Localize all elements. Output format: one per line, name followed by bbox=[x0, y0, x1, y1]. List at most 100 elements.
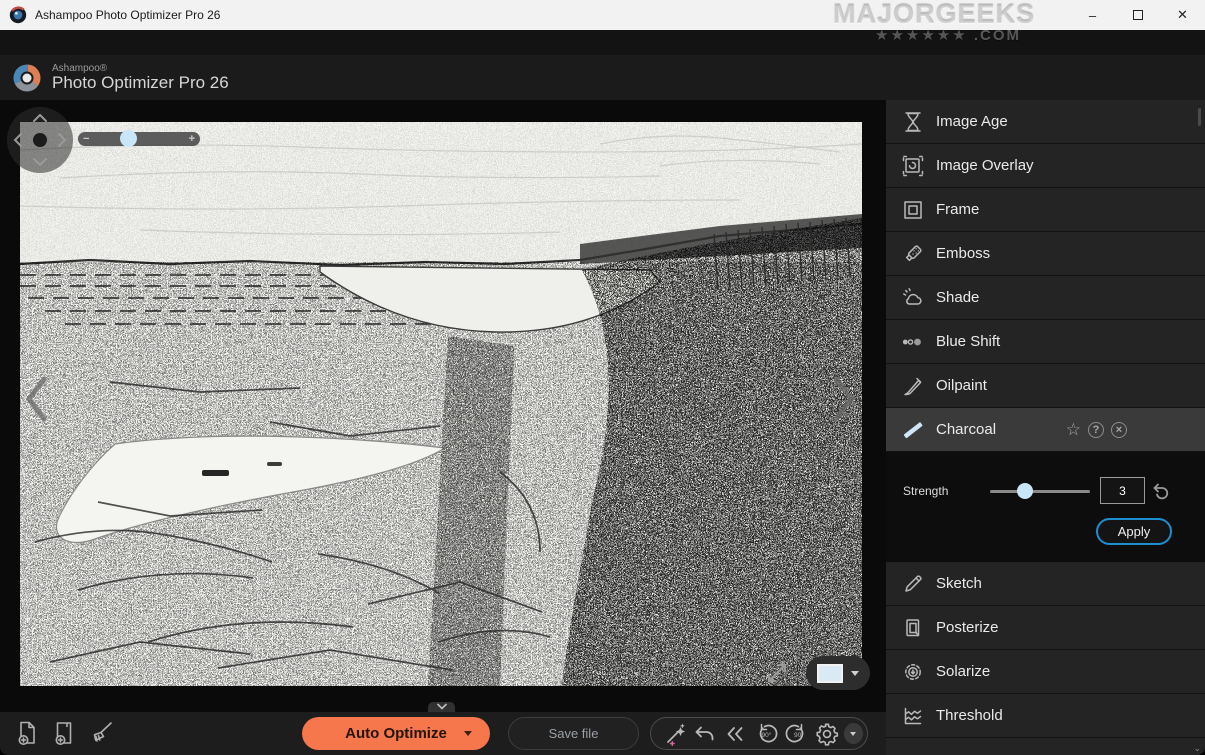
strength-value-input[interactable] bbox=[1100, 477, 1145, 504]
save-file-button[interactable]: Save file bbox=[508, 717, 639, 750]
more-actions-dropdown[interactable] bbox=[844, 723, 863, 744]
effect-label: Solarize bbox=[936, 663, 990, 680]
auto-optimize-label: Auto Optimize bbox=[345, 725, 447, 742]
photo-preview[interactable] bbox=[20, 122, 862, 686]
strength-label: Strength bbox=[903, 484, 948, 498]
effect-label: Charcoal bbox=[936, 421, 996, 438]
effect-label: Image Age bbox=[936, 113, 1008, 130]
effect-row[interactable]: Shade ☆ ? × bbox=[886, 276, 1205, 320]
magic-wand-button[interactable] bbox=[661, 720, 688, 748]
zoom-slider[interactable]: − + bbox=[78, 132, 200, 146]
effect-label: Posterize bbox=[936, 619, 999, 636]
view-mode-button[interactable] bbox=[806, 656, 870, 690]
canvas-area: − + bbox=[0, 100, 886, 755]
brand: Ashampoo® Photo Optimizer Pro 26 bbox=[52, 63, 229, 92]
pan-control[interactable] bbox=[7, 107, 73, 173]
bottom-toolbar: Auto Optimize Save file 90° 90° bbox=[0, 712, 886, 755]
frame-icon bbox=[900, 197, 926, 223]
svg-text:90°: 90° bbox=[761, 731, 771, 739]
effect-row[interactable]: Solarize bbox=[886, 650, 1205, 694]
close-button[interactable]: ✕ bbox=[1160, 0, 1205, 30]
chevron-down-icon[interactable] bbox=[464, 731, 472, 736]
toolbar-collapse-handle[interactable] bbox=[428, 702, 455, 712]
effect-row[interactable]: Frame ☆ ? × bbox=[886, 188, 1205, 232]
clipped-effect-icon bbox=[900, 747, 926, 755]
effect-row[interactable]: Threshold bbox=[886, 694, 1205, 738]
maximize-icon bbox=[1133, 10, 1143, 20]
settings-button[interactable] bbox=[814, 720, 841, 748]
emboss-icon bbox=[900, 241, 926, 267]
image-overlay-icon bbox=[900, 153, 926, 179]
effect-label: Threshold bbox=[936, 707, 1003, 724]
minimize-button[interactable]: – bbox=[1070, 0, 1115, 30]
apply-label: Apply bbox=[1118, 524, 1151, 539]
app-icon bbox=[9, 6, 27, 24]
chevron-down-icon bbox=[850, 732, 856, 736]
brand-main: Photo Optimizer Pro 26 bbox=[52, 74, 229, 92]
view-mode-icon bbox=[817, 664, 843, 683]
effect-row[interactable]: Emboss ☆ ? × bbox=[886, 232, 1205, 276]
effect-row[interactable]: Posterize bbox=[886, 606, 1205, 650]
oilpaint-brush-icon bbox=[900, 373, 926, 399]
close-effect-icon[interactable]: × bbox=[1111, 422, 1127, 438]
undo-button[interactable] bbox=[691, 720, 718, 748]
effect-label: Blue Shift bbox=[936, 333, 1000, 350]
paste-image-button[interactable] bbox=[49, 718, 79, 748]
rotate-left-button[interactable]: 90° bbox=[752, 720, 780, 748]
next-image-button[interactable] bbox=[832, 376, 856, 422]
zoom-slider-thumb[interactable] bbox=[120, 130, 137, 147]
zoom-in-icon[interactable]: + bbox=[189, 134, 195, 144]
posterize-icon bbox=[900, 615, 926, 641]
chevron-down-icon[interactable] bbox=[851, 671, 859, 676]
sidebar-scrollbar[interactable] bbox=[1198, 108, 1201, 126]
header: Ashampoo® Photo Optimizer Pro 26 bbox=[0, 55, 1205, 100]
ashampoo-logo-icon bbox=[10, 61, 44, 95]
effect-row[interactable]: Charcoal ☆ ? × bbox=[886, 408, 1205, 452]
pan-arrows-icon bbox=[7, 107, 73, 173]
edit-actions-group: 90° 90° bbox=[650, 717, 868, 750]
shade-icon bbox=[900, 285, 926, 311]
reset-icon[interactable] bbox=[1150, 481, 1170, 501]
pencil-icon bbox=[900, 571, 926, 597]
effect-label: Sketch bbox=[936, 575, 982, 592]
effect-row[interactable]: Image Age ☆ ? × bbox=[886, 100, 1205, 144]
titlebar: Ashampoo Photo Optimizer Pro 26 – ✕ bbox=[0, 0, 1205, 30]
effect-actions: ☆ ? × bbox=[1066, 421, 1127, 438]
strength-slider-thumb[interactable] bbox=[1017, 483, 1033, 499]
effect-settings-panel: Strength Apply bbox=[886, 452, 1205, 562]
effects-list-top: Image Age ☆ ? × Image Overlay ☆ ? × bbox=[886, 100, 1205, 452]
hourglass-icon bbox=[900, 109, 926, 135]
add-image-button[interactable] bbox=[12, 718, 42, 748]
solarize-icon bbox=[900, 659, 926, 685]
help-icon[interactable]: ? bbox=[1088, 422, 1104, 438]
zoom-out-icon[interactable]: − bbox=[83, 134, 89, 144]
menubar bbox=[0, 30, 1205, 55]
chevron-down-icon bbox=[436, 703, 448, 710]
previous-image-button[interactable] bbox=[24, 376, 48, 422]
maximize-button[interactable] bbox=[1115, 0, 1160, 30]
clean-button[interactable] bbox=[86, 718, 116, 748]
undo-all-button[interactable] bbox=[721, 720, 748, 748]
window-title: Ashampoo Photo Optimizer Pro 26 bbox=[35, 8, 220, 22]
effect-row[interactable] bbox=[886, 738, 1205, 755]
save-file-label: Save file bbox=[549, 726, 599, 741]
fullscreen-icon[interactable] bbox=[764, 660, 790, 686]
svg-text:90°: 90° bbox=[794, 731, 804, 739]
scroll-down-icon[interactable]: ⌄ bbox=[1193, 743, 1201, 754]
effect-row[interactable]: Blue Shift ☆ ? × bbox=[886, 320, 1205, 364]
effect-row[interactable]: Image Overlay ☆ ? × bbox=[886, 144, 1205, 188]
strength-slider[interactable] bbox=[990, 490, 1090, 493]
effect-row[interactable]: Oilpaint ☆ ? × bbox=[886, 364, 1205, 408]
effect-row[interactable]: Sketch bbox=[886, 562, 1205, 606]
apply-button[interactable]: Apply bbox=[1096, 518, 1172, 545]
threshold-icon bbox=[900, 703, 926, 729]
effect-label: Emboss bbox=[936, 245, 990, 262]
favorite-star-icon[interactable]: ☆ bbox=[1066, 421, 1081, 438]
charcoal-stick-icon bbox=[900, 417, 926, 443]
rotate-right-button[interactable]: 90° bbox=[783, 720, 811, 748]
app-window: Ashampoo Photo Optimizer Pro 26 – ✕ Asha… bbox=[0, 0, 1205, 755]
effect-label: Frame bbox=[936, 201, 979, 218]
effect-label: Oilpaint bbox=[936, 377, 987, 394]
auto-optimize-button[interactable]: Auto Optimize bbox=[302, 717, 490, 750]
main: − + bbox=[0, 100, 1205, 755]
